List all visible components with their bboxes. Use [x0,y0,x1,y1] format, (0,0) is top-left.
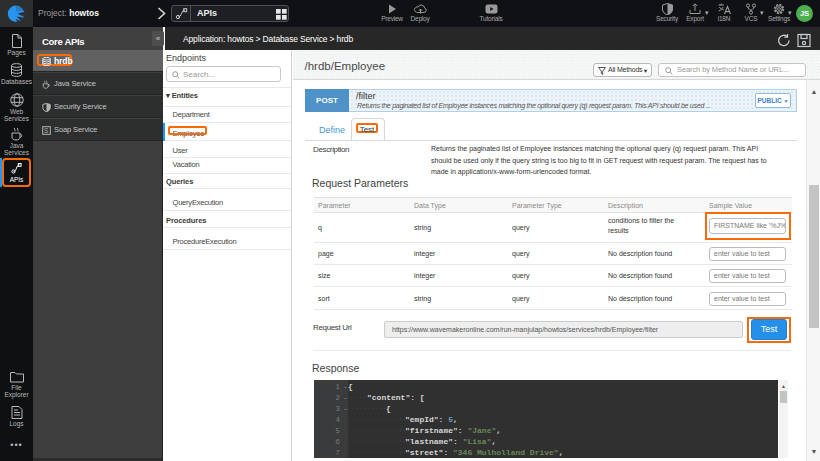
svg-text:S: S [44,127,49,134]
